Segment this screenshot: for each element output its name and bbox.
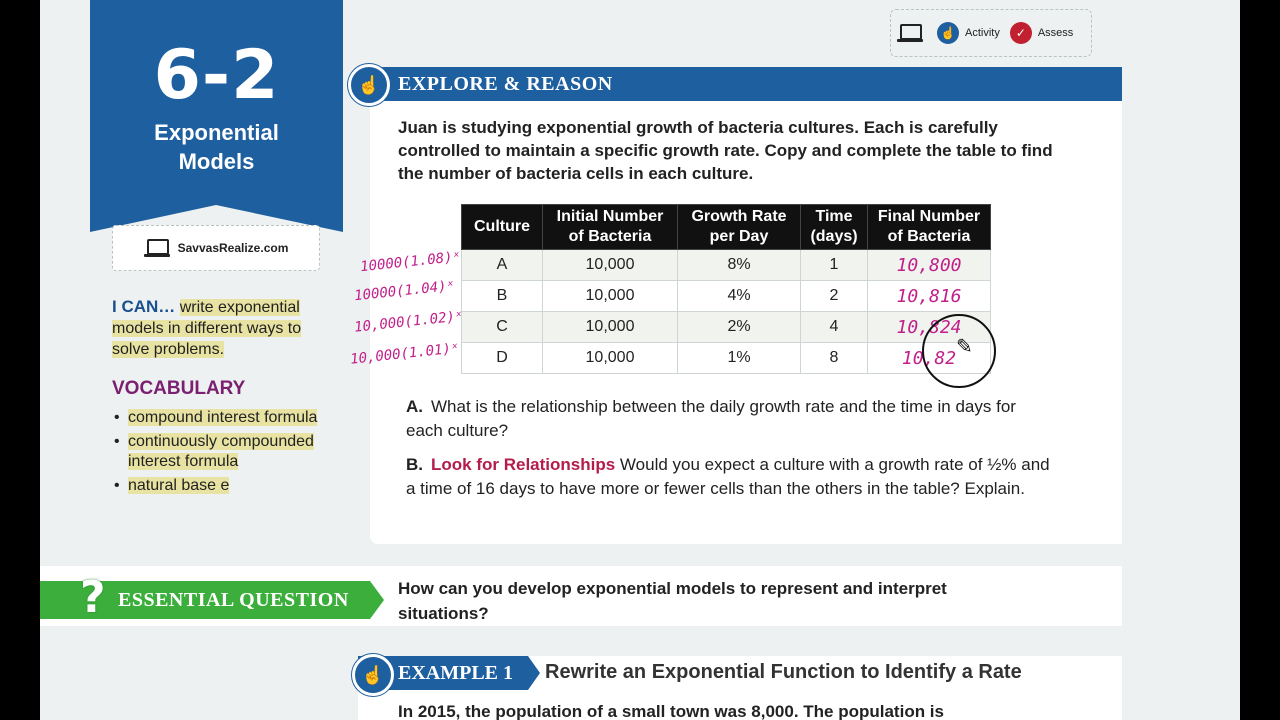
table-cell: D xyxy=(461,342,543,374)
look-for-relationships: Look for Relationships xyxy=(431,455,616,474)
activity-label: Activity xyxy=(965,27,1000,39)
question-a: A. What is the relationship between the d… xyxy=(406,395,1056,443)
table-row: D 10,000 1% 8 10,82 xyxy=(461,342,991,374)
essential-question-text: How can you develop exponential models t… xyxy=(398,579,947,623)
ican-lead: I CAN… xyxy=(112,297,176,316)
handwritten-answer: 10,800 xyxy=(867,249,991,281)
vocabulary-list: • compound interest formula • continuously… xyxy=(112,408,352,500)
handwritten-answer: 10,816 xyxy=(867,280,991,312)
question-a-label: A. xyxy=(406,397,423,416)
example-title: Rewrite an Exponential Function to Ident… xyxy=(545,661,1022,683)
table-cell: 1% xyxy=(677,342,801,374)
essential-question-arrow xyxy=(370,581,384,619)
savvas-realize-link[interactable]: SavvasRealize.com xyxy=(112,225,320,271)
right-letterbox xyxy=(1240,0,1280,720)
vocab-item: • natural base e xyxy=(114,477,230,494)
table-cell: 10,000 xyxy=(542,342,678,374)
table-cell: 4% xyxy=(677,280,801,312)
column-header: Time (days) xyxy=(800,204,868,250)
question-b: B. Look for Relationships Would you expec… xyxy=(406,453,1056,501)
table-cell: 2% xyxy=(677,311,801,343)
lesson-number: 6-2 xyxy=(153,36,280,115)
vocabulary-heading: VOCABULARY xyxy=(112,378,246,399)
table-cell: 8% xyxy=(677,249,801,281)
table-cell: 8 xyxy=(800,342,868,374)
table-cell: 10,000 xyxy=(542,280,678,312)
laptop-icon[interactable] xyxy=(897,24,923,42)
laptop-icon xyxy=(143,239,170,257)
vocab-item: • continuously compounded interest formul… xyxy=(114,433,314,470)
assess-button[interactable]: ✓ Assess xyxy=(1009,22,1074,44)
assess-label: Assess xyxy=(1037,27,1074,39)
question-mark-icon: ? xyxy=(80,572,106,623)
table-row: B 10,000 4% 2 10,816 xyxy=(461,280,991,312)
checkmark-icon: ✓ xyxy=(1009,22,1032,44)
lesson-title-line1: Exponential xyxy=(154,120,279,145)
question-b-fraction: ½% xyxy=(987,455,1017,474)
question-b-label: B. xyxy=(406,455,423,474)
table-cell: B xyxy=(461,280,543,312)
example-label: EXAMPLE 1 xyxy=(398,662,513,684)
column-header: Growth Rate per Day xyxy=(677,204,801,250)
explore-title: EXPLORE & REASON xyxy=(398,73,613,95)
example-arrow xyxy=(528,656,540,690)
table-cell: 4 xyxy=(800,311,868,343)
table-cell: 1 xyxy=(800,249,868,281)
column-header: Culture xyxy=(461,204,543,250)
resource-toolbar: ☝ Activity ✓ Assess xyxy=(890,9,1092,57)
lesson-title: Exponential Models xyxy=(90,118,343,176)
lesson-banner: 6-2 Exponential Models xyxy=(90,0,343,232)
pencil-icon: ✎ xyxy=(956,336,973,358)
question-a-text: What is the relationship between the dai… xyxy=(406,397,1016,440)
table-cell: 10,000 xyxy=(542,311,678,343)
question-b-text-1: Would you expect a culture with a growth… xyxy=(619,455,983,474)
hand-pointer-icon: ☝ xyxy=(352,654,394,696)
hand-pointer-icon: ☝ xyxy=(348,64,390,106)
example-text: In 2015, the population of a small town … xyxy=(398,702,944,720)
ican-statement: I CAN… write exponential models in diffe… xyxy=(112,296,332,360)
explore-intro: Juan is studying exponential growth of b… xyxy=(398,118,1053,183)
vocab-item: • compound interest formula xyxy=(114,409,318,426)
table-header-row: Culture Initial Number of Bacteria Growt… xyxy=(461,204,991,250)
column-header: Initial Number of Bacteria xyxy=(542,204,678,250)
essential-question-title: ESSENTIAL QUESTION xyxy=(118,589,349,611)
realize-link-label: SavvasRealize.com xyxy=(177,241,289,255)
table-cell: 2 xyxy=(800,280,868,312)
explore-header: EXPLORE & REASON xyxy=(358,67,1122,101)
table-cell: C xyxy=(461,311,543,343)
table-row: A 10,000 8% 1 10,800 xyxy=(461,249,991,281)
left-letterbox xyxy=(0,0,40,720)
textbook-page: 6-2 Exponential Models SavvasRealize.com… xyxy=(40,0,1240,720)
table-row: C 10,000 2% 4 10,824 xyxy=(461,311,991,343)
activity-button[interactable]: ☝ Activity xyxy=(937,22,1000,44)
bacteria-table: Culture Initial Number of Bacteria Growt… xyxy=(461,204,991,374)
table-cell: 10,000 xyxy=(542,249,678,281)
lesson-title-line2: Models xyxy=(178,149,255,174)
hand-pointer-icon: ☝ xyxy=(937,22,959,44)
column-header: Final Number of Bacteria xyxy=(867,204,991,250)
table-cell: A xyxy=(461,249,543,281)
